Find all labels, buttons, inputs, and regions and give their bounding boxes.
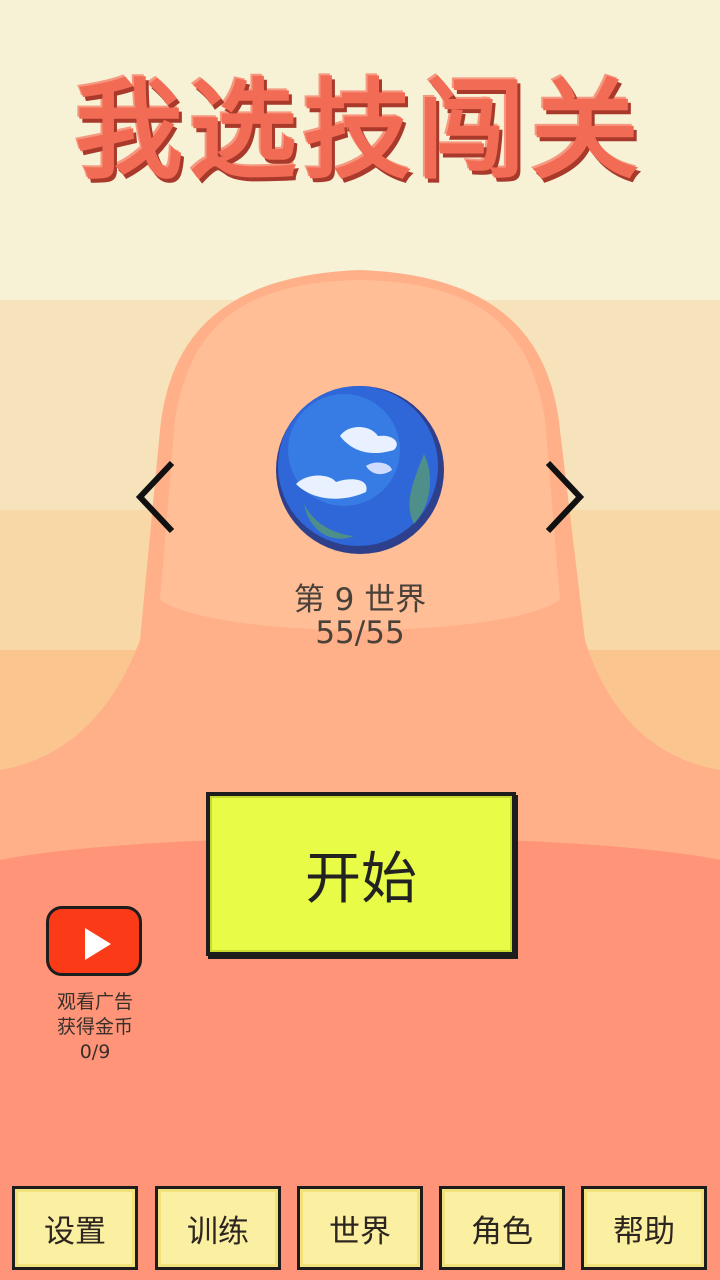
ad-count: 0/9 xyxy=(79,1041,111,1063)
ad-label-reward: 获得金币 xyxy=(56,1016,133,1038)
watch-ad-button[interactable] xyxy=(46,906,142,976)
game-title: 我选技闯关 xyxy=(74,69,645,194)
world-planet-icon xyxy=(276,386,444,554)
play-video-icon xyxy=(85,928,111,960)
character-button[interactable]: 角色 xyxy=(439,1186,565,1270)
ad-label-watch: 观看广告 xyxy=(56,991,133,1013)
start-button[interactable]: 开始 xyxy=(206,792,516,956)
settings-button[interactable]: 设置 xyxy=(12,1186,138,1270)
chevron-left-icon xyxy=(135,460,175,534)
world-progress: 55/55 xyxy=(315,615,405,651)
chevron-right-icon xyxy=(545,460,585,534)
previous-world-button[interactable] xyxy=(126,455,186,545)
world-button[interactable]: 世界 xyxy=(297,1186,423,1270)
next-world-button[interactable] xyxy=(534,455,594,545)
training-button[interactable]: 训练 xyxy=(155,1186,281,1270)
world-name: 第 9 世界 xyxy=(293,582,427,618)
help-button[interactable]: 帮助 xyxy=(581,1186,707,1270)
